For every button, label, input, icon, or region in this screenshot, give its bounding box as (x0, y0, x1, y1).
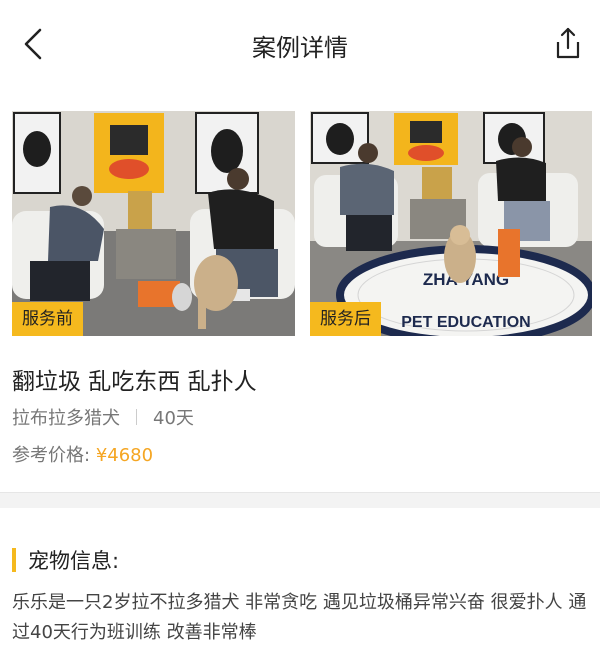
section-accent-bar (12, 548, 16, 572)
price-label: 参考价格: (12, 445, 91, 466)
section-divider (0, 492, 600, 508)
pet-info-title: 宠物信息: (28, 549, 120, 573)
pet-info-header: 宠物信息: (12, 546, 119, 574)
rug-text-bottom: PET EDUCATION (401, 314, 530, 331)
duration-label: 40天 (153, 408, 194, 429)
share-icon (556, 27, 580, 59)
pet-description: 乐乐是一只2岁拉不拉多猎犬 非常贪吃 遇见垃圾桶异常兴奋 很爱扑人 通过40天行… (12, 592, 587, 643)
after-photo[interactable]: ZHA YANG PET EDUCATION 服务后 (310, 111, 592, 336)
case-title: 翻垃圾 乱吃东西 乱扑人 (12, 369, 257, 395)
price-value: ¥4680 (95, 445, 154, 466)
nav-bar: 案例详情 (0, 0, 600, 88)
price-row: 参考价格: ¥4680 (12, 441, 153, 467)
meta-separator (136, 409, 137, 425)
page-title: 案例详情 (252, 34, 348, 62)
case-meta: 拉布拉多猎犬 40天 (12, 405, 194, 429)
before-photo[interactable]: 服务前 (12, 111, 295, 336)
after-tag: 服务后 (310, 302, 381, 336)
breed-label: 拉布拉多猎犬 (12, 408, 120, 429)
share-button[interactable] (548, 24, 588, 64)
before-tag: 服务前 (12, 302, 83, 336)
